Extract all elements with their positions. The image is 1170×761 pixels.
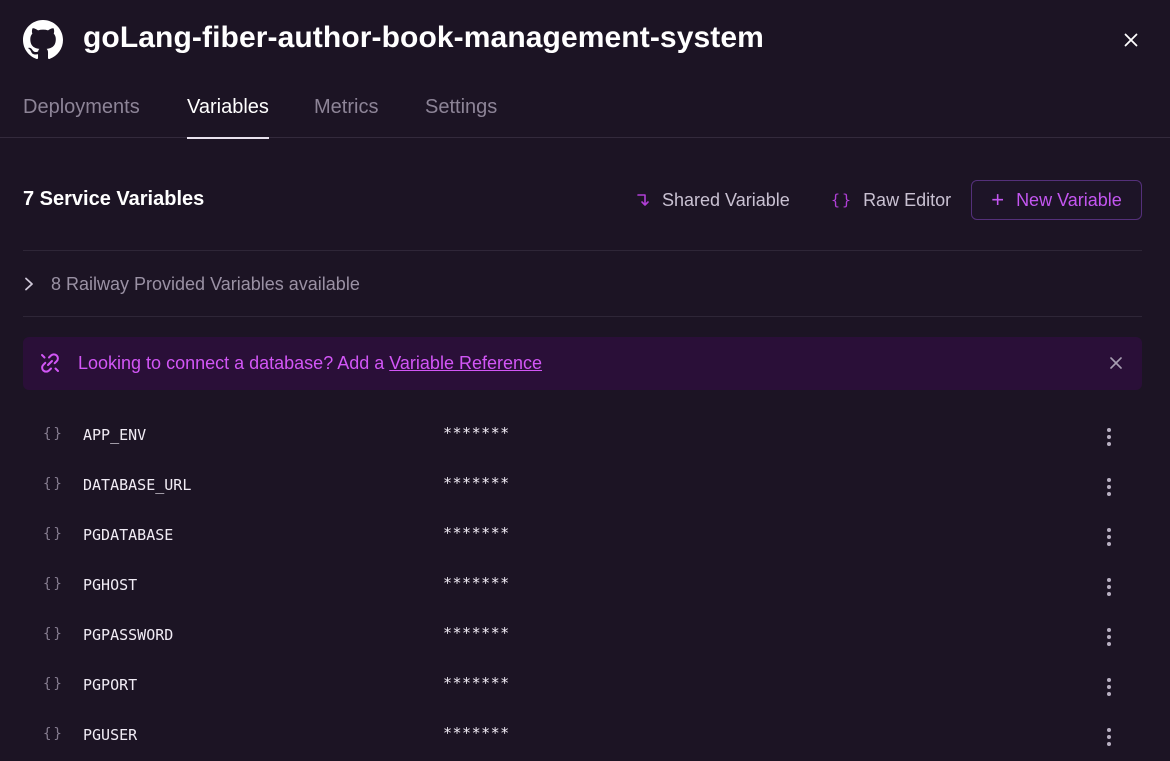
corner-arrow-icon xyxy=(636,192,652,208)
divider xyxy=(23,250,1142,251)
close-icon xyxy=(1110,357,1122,369)
banner-close-button[interactable] xyxy=(1106,353,1126,373)
new-variable-label: New Variable xyxy=(1016,189,1122,210)
banner-message: Looking to connect a database? Add a xyxy=(78,353,390,373)
new-variable-button[interactable]: + New Variable xyxy=(971,180,1142,220)
service-header: goLang-fiber-author-book-management-syst… xyxy=(0,0,1170,80)
chevron-right-icon xyxy=(25,277,33,291)
variable-name: APP_ENV xyxy=(83,426,147,444)
variable-list: {} APP_ENV ******* {} DATABASE_URL *****… xyxy=(23,412,1142,761)
more-options-icon[interactable] xyxy=(1099,524,1119,550)
braces-icon: {} xyxy=(43,426,64,442)
railway-provided-toggle[interactable]: 8 Railway Provided Variables available xyxy=(23,268,360,300)
tab-settings[interactable]: Settings xyxy=(425,84,497,138)
shared-variable-label: Shared Variable xyxy=(662,189,790,210)
braces-icon: {} xyxy=(43,476,64,492)
database-hint-banner: Looking to connect a database? Add a Var… xyxy=(23,337,1142,390)
section-title: 7 Service Variables xyxy=(23,188,205,210)
variable-name: PGPASSWORD xyxy=(83,626,174,644)
raw-editor-label: Raw Editor xyxy=(863,189,952,210)
raw-editor-button[interactable]: {} Raw Editor xyxy=(831,181,951,219)
variable-value[interactable]: ******* xyxy=(443,574,510,592)
variable-reference-link[interactable]: Variable Reference xyxy=(389,353,542,373)
braces-icon: {} xyxy=(43,526,64,542)
close-icon xyxy=(1124,33,1138,47)
divider xyxy=(23,316,1142,317)
more-options-icon[interactable] xyxy=(1099,424,1119,450)
variable-value[interactable]: ******* xyxy=(443,474,510,492)
variable-row[interactable]: {} APP_ENV ******* xyxy=(23,412,1142,462)
variable-value[interactable]: ******* xyxy=(443,674,510,692)
variable-name: PGUSER xyxy=(83,726,138,744)
variable-name: DATABASE_URL xyxy=(83,476,192,494)
github-icon xyxy=(23,20,63,60)
tab-metrics[interactable]: Metrics xyxy=(314,84,378,138)
shared-variable-button[interactable]: Shared Variable xyxy=(636,181,790,219)
braces-icon: {} xyxy=(831,191,854,209)
more-options-icon[interactable] xyxy=(1099,474,1119,500)
more-options-icon[interactable] xyxy=(1099,724,1119,750)
banner-text: Looking to connect a database? Add a Var… xyxy=(78,353,542,374)
more-options-icon[interactable] xyxy=(1099,624,1119,650)
variable-value[interactable]: ******* xyxy=(443,524,510,542)
plus-icon: + xyxy=(991,187,1005,212)
variable-name: PGPORT xyxy=(83,676,138,694)
page-title: goLang-fiber-author-book-management-syst… xyxy=(83,21,764,54)
tab-bar: Deployments Variables Metrics Settings xyxy=(0,84,1170,139)
railway-provided-label: 8 Railway Provided Variables available xyxy=(51,273,360,294)
variable-row[interactable]: {} DATABASE_URL ******* xyxy=(23,462,1142,512)
braces-icon: {} xyxy=(43,726,64,742)
more-options-icon[interactable] xyxy=(1099,574,1119,600)
variables-page: goLang-fiber-author-book-management-syst… xyxy=(0,0,1170,761)
tab-variables[interactable]: Variables xyxy=(187,84,269,139)
variable-name: PGHOST xyxy=(83,576,138,594)
braces-icon: {} xyxy=(43,576,64,592)
variable-row[interactable]: {} PGHOST ******* xyxy=(23,562,1142,612)
variable-value[interactable]: ******* xyxy=(443,724,510,742)
link-icon xyxy=(41,353,59,373)
braces-icon: {} xyxy=(43,626,64,642)
variable-row[interactable]: {} PGPASSWORD ******* xyxy=(23,612,1142,662)
variable-value[interactable]: ******* xyxy=(443,624,510,642)
braces-icon: {} xyxy=(43,676,64,692)
variable-row[interactable]: {} PGUSER ******* xyxy=(23,712,1142,761)
variable-name: PGDATABASE xyxy=(83,526,174,544)
tab-deployments[interactable]: Deployments xyxy=(23,84,140,138)
close-button[interactable] xyxy=(1118,27,1144,53)
more-options-icon[interactable] xyxy=(1099,674,1119,700)
variable-row[interactable]: {} PGPORT ******* xyxy=(23,662,1142,712)
variable-row[interactable]: {} PGDATABASE ******* xyxy=(23,512,1142,562)
variable-value[interactable]: ******* xyxy=(443,424,510,442)
